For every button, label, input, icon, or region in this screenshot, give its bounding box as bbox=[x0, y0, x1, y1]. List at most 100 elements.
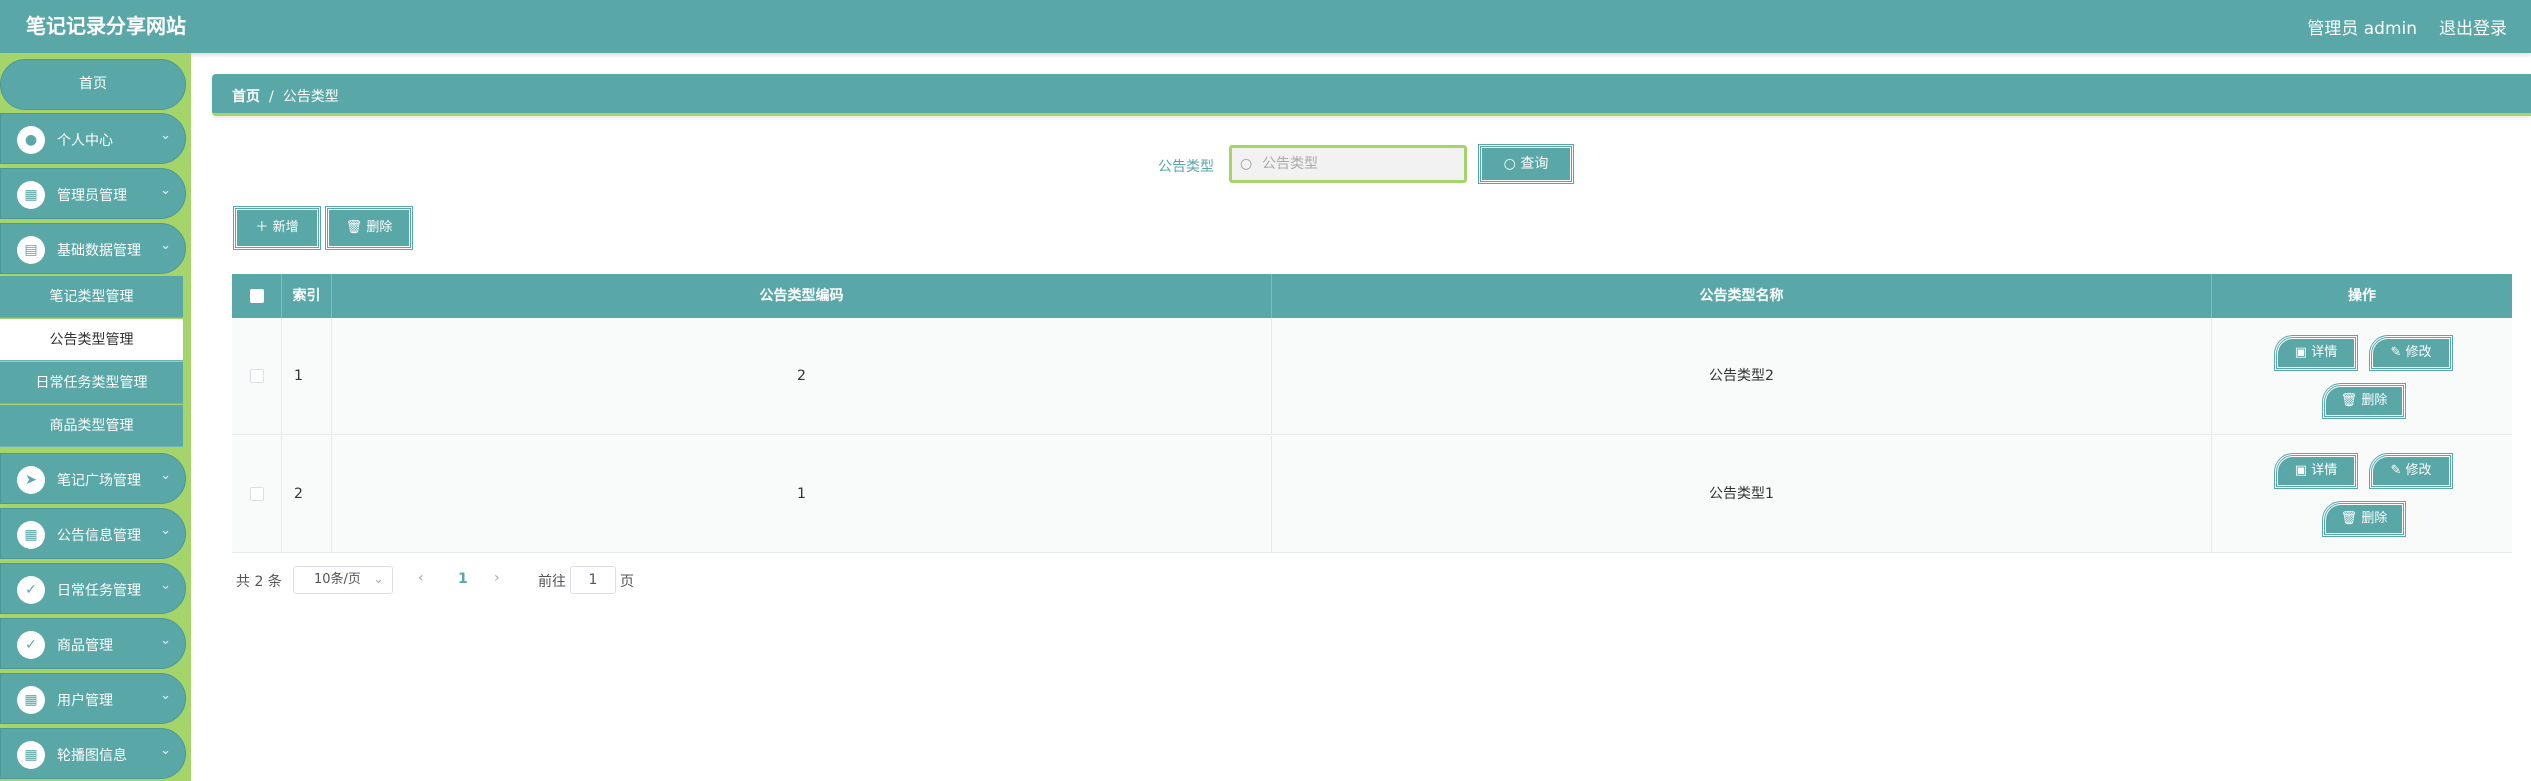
sidebar-item-users[interactable]: ▦ 用户管理 ⌄ bbox=[0, 673, 186, 724]
chevron-down-icon: ⌄ bbox=[373, 572, 384, 587]
edit-icon: ✎ bbox=[2390, 345, 2402, 360]
cell-index: 1 bbox=[282, 318, 332, 435]
cell-actions: ▣ 详情 ✎ 修改 🗑 删除 bbox=[2212, 436, 2512, 553]
chevron-down-icon: ⌄ bbox=[160, 183, 171, 198]
search-icon: ○ bbox=[1503, 156, 1516, 172]
send-icon: ➤ bbox=[17, 466, 45, 494]
sidebar-item-label: 日常任务管理 bbox=[57, 583, 141, 599]
page-number-current[interactable]: 1 bbox=[458, 571, 468, 587]
trash-icon: 🗑 bbox=[345, 220, 363, 235]
select-all-cell bbox=[232, 274, 282, 318]
breadcrumb-current: 公告类型 bbox=[282, 89, 339, 105]
add-button-label: 新增 bbox=[272, 220, 299, 235]
logout-link[interactable]: 退出登录 bbox=[2439, 14, 2507, 39]
pagination-total: 共 2 条 bbox=[236, 574, 282, 590]
sidebar: 首页 ● 个人中心 ⌄ ▦ 管理员管理 ⌄ ▤ 基础数据管理 ⌄ 笔记类型管理 … bbox=[0, 53, 191, 781]
row-select-cell bbox=[232, 318, 282, 435]
chevron-down-icon: ⌄ bbox=[160, 688, 171, 703]
search-input[interactable] bbox=[1262, 153, 1457, 175]
search-label: 公告类型 bbox=[1158, 159, 1214, 175]
delete-button-label: 删除 bbox=[366, 220, 393, 235]
sidebar-item-daily-task[interactable]: ✓ 日常任务管理 ⌄ bbox=[0, 563, 186, 614]
page-unit-label: 页 bbox=[620, 574, 634, 590]
add-button[interactable]: ＋ 新增 bbox=[233, 206, 321, 250]
edit-button-label: 修改 bbox=[2405, 463, 2432, 478]
current-user-label[interactable]: 管理员 admin bbox=[2307, 14, 2417, 39]
sidebar-item-personal-center[interactable]: ● 个人中心 ⌄ bbox=[0, 113, 186, 164]
row-checkbox[interactable] bbox=[249, 487, 264, 501]
chevron-down-icon: ⌄ bbox=[160, 468, 171, 483]
cell-code: 1 bbox=[332, 436, 1272, 553]
row-checkbox[interactable] bbox=[249, 369, 264, 383]
clipboard-icon: ✓ bbox=[17, 576, 45, 604]
document-icon: ▣ bbox=[2294, 345, 2308, 360]
sidebar-item-admin-management[interactable]: ▦ 管理员管理 ⌄ bbox=[0, 168, 186, 219]
edit-button[interactable]: ✎ 修改 bbox=[2369, 453, 2453, 489]
goto-label: 前往 bbox=[538, 574, 566, 590]
column-header-code: 公告类型编码 bbox=[332, 274, 1272, 318]
sidebar-subitem-goods-type[interactable]: 商品类型管理 bbox=[0, 405, 183, 447]
plus-icon: ＋ bbox=[255, 220, 269, 235]
sidebar-item-label: 笔记广场管理 bbox=[57, 473, 141, 489]
document-icon: ▣ bbox=[2294, 463, 2308, 478]
sidebar-item-goods[interactable]: ✓ 商品管理 ⌄ bbox=[0, 618, 186, 669]
search-field: ○ bbox=[1229, 145, 1467, 183]
breadcrumb: 首页 / 公告类型 bbox=[232, 86, 339, 106]
sidebar-item-label: 管理员管理 bbox=[57, 188, 127, 204]
prev-page-icon[interactable]: ‹ bbox=[418, 570, 424, 586]
delete-button-label: 删除 bbox=[2361, 511, 2388, 526]
top-header: 笔记记录分享网站 管理员 admin 退出登录 bbox=[0, 0, 2531, 53]
chevron-down-icon: ⌄ bbox=[160, 743, 171, 758]
user-icon: ● bbox=[17, 126, 45, 154]
sidebar-subitem-daily-task-type[interactable]: 日常任务类型管理 bbox=[0, 362, 183, 404]
site-title: 笔记记录分享网站 bbox=[26, 14, 186, 38]
goto-page-input[interactable]: 1 bbox=[570, 566, 616, 594]
column-header-index: 索引 bbox=[282, 274, 332, 318]
breadcrumb-home[interactable]: 首页 bbox=[232, 89, 260, 105]
header-user-area: 管理员 admin 退出登录 bbox=[2307, 14, 2507, 39]
sidebar-subitem-note-type[interactable]: 笔记类型管理 bbox=[0, 276, 183, 318]
grid-icon: ▦ bbox=[17, 686, 45, 714]
sidebar-item-home[interactable]: 首页 bbox=[0, 59, 186, 110]
chevron-down-icon: ⌄ bbox=[160, 523, 171, 538]
chevron-down-icon: ⌄ bbox=[160, 578, 171, 593]
page-size-value: 10条/页 bbox=[314, 572, 361, 587]
breadcrumb-bar: 首页 / 公告类型 bbox=[212, 74, 2531, 116]
cell-index: 2 bbox=[282, 436, 332, 553]
delete-button[interactable]: 🗑 删除 bbox=[2322, 383, 2406, 419]
sidebar-item-label: 基础数据管理 bbox=[57, 243, 141, 259]
query-button-label: 查询 bbox=[1520, 156, 1549, 172]
delete-button[interactable]: 🗑 删除 bbox=[2322, 501, 2406, 537]
table-row: 1 2 公告类型2 ▣ 详情 ✎ 修改 🗑 删除 bbox=[232, 318, 2512, 435]
select-all-checkbox[interactable] bbox=[249, 289, 264, 303]
cell-name: 公告类型2 bbox=[1272, 318, 2212, 435]
column-header-name: 公告类型名称 bbox=[1272, 274, 2212, 318]
trash-icon: 🗑 bbox=[2340, 393, 2358, 408]
query-button[interactable]: ○ 查询 bbox=[1478, 144, 1574, 184]
sidebar-item-base-data[interactable]: ▤ 基础数据管理 ⌄ bbox=[0, 223, 186, 274]
sidebar-item-label: 用户管理 bbox=[57, 693, 113, 709]
next-page-icon[interactable]: › bbox=[494, 570, 500, 586]
sidebar-subitem-notice-type[interactable]: 公告类型管理 bbox=[0, 319, 183, 361]
trash-icon: 🗑 bbox=[2340, 511, 2358, 526]
search-icon: ○ bbox=[1240, 156, 1253, 172]
sidebar-item-note-square[interactable]: ➤ 笔记广场管理 ⌄ bbox=[0, 453, 186, 504]
detail-button[interactable]: ▣ 详情 bbox=[2274, 335, 2358, 371]
page-size-select[interactable]: 10条/页 ⌄ bbox=[293, 566, 393, 594]
table-header: 索引 公告类型编码 公告类型名称 操作 bbox=[232, 274, 2512, 318]
sidebar-item-notice-info[interactable]: ▦ 公告信息管理 ⌄ bbox=[0, 508, 186, 559]
delete-button-label: 删除 bbox=[2361, 393, 2388, 408]
sidebar-item-label: 轮播图信息 bbox=[57, 748, 127, 764]
cell-name: 公告类型1 bbox=[1272, 436, 2212, 553]
chevron-down-icon: ⌄ bbox=[160, 238, 171, 253]
grid-icon: ▦ bbox=[17, 181, 45, 209]
batch-delete-button[interactable]: 🗑 删除 bbox=[325, 206, 413, 250]
edit-button[interactable]: ✎ 修改 bbox=[2369, 335, 2453, 371]
sidebar-item-label: 商品管理 bbox=[57, 638, 113, 654]
database-icon: ▤ bbox=[17, 236, 45, 264]
sidebar-item-carousel[interactable]: ▦ 轮播图信息 ⌄ bbox=[0, 728, 186, 779]
chevron-down-icon: ⌄ bbox=[160, 128, 171, 143]
detail-button[interactable]: ▣ 详情 bbox=[2274, 453, 2358, 489]
sidebar-item-label: 公告信息管理 bbox=[57, 528, 141, 544]
table-row: 2 1 公告类型1 ▣ 详情 ✎ 修改 🗑 删除 bbox=[232, 436, 2512, 553]
